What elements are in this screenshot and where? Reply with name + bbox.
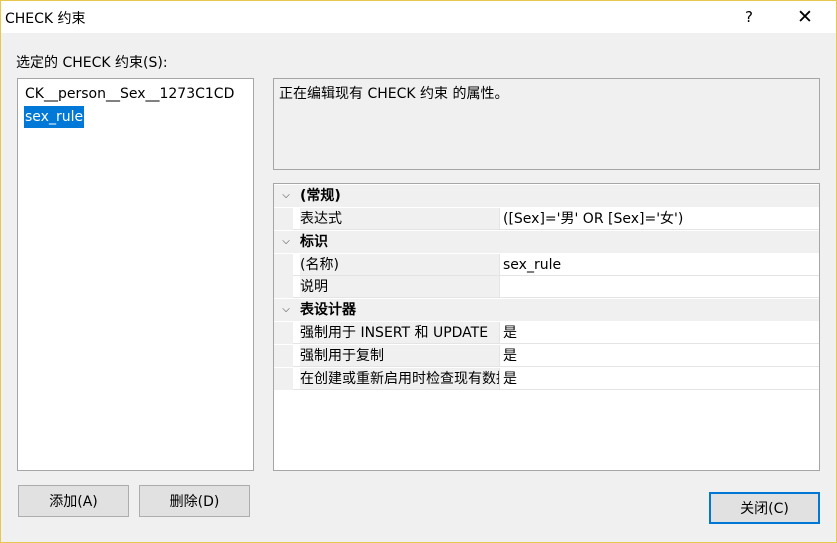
chevron-down-icon[interactable]: ⌵ (280, 189, 292, 203)
category-label: 标识 (300, 234, 328, 250)
add-button[interactable]: 添加(A) (18, 485, 129, 517)
check-constraint-dialog: CHECK 约束 ? ✕ 选定的 CHECK 约束(S): CK__person… (0, 0, 837, 543)
prop-value[interactable]: 是 (503, 345, 517, 367)
delete-button[interactable]: 删除(D) (139, 485, 250, 517)
help-button[interactable]: ? (726, 1, 772, 33)
category-label: 表设计器 (300, 302, 356, 318)
prop-row-expression[interactable]: 表达式 ([Sex]='男' OR [Sex]='女') (274, 208, 819, 230)
prop-value[interactable]: 是 (503, 322, 517, 344)
prop-name: 说明 (300, 276, 499, 298)
prop-name: (名称) (300, 254, 499, 276)
prop-value[interactable]: ([Sex]='男' OR [Sex]='女') (503, 208, 683, 230)
category-label: (常规) (300, 188, 341, 204)
chevron-down-icon[interactable]: ⌵ (280, 303, 292, 317)
prop-row-name[interactable]: (名称) sex_rule (274, 254, 819, 276)
category-table-designer[interactable]: ⌵ 表设计器 (274, 299, 819, 321)
close-button[interactable]: 关闭(C) (709, 492, 820, 524)
prop-name: 强制用于 INSERT 和 UPDATE (300, 322, 499, 344)
constraint-list-label: 选定的 CHECK 约束(S): (16, 55, 168, 71)
constraint-list[interactable]: CK__person__Sex__1273C1CD sex_rule (17, 78, 254, 471)
prop-row-description[interactable]: 说明 (274, 276, 819, 298)
chevron-down-icon[interactable]: ⌵ (280, 235, 292, 249)
list-item-sex-rule[interactable]: sex_rule (24, 106, 85, 128)
category-general[interactable]: ⌵ (常规) (274, 185, 819, 207)
list-item-ck-person-sex[interactable]: CK__person__Sex__1273C1CD (24, 83, 235, 105)
prop-name: 在创建或重新启用时检查现有数据 (300, 368, 499, 390)
prop-name: 强制用于复制 (300, 345, 499, 367)
window-title: CHECK 约束 (5, 11, 86, 27)
prop-name: 表达式 (300, 208, 499, 230)
description-text: 正在编辑现有 CHECK 约束 的属性。 (279, 86, 509, 102)
prop-row-enforce-replication[interactable]: 强制用于复制 是 (274, 345, 819, 367)
description-panel: 正在编辑现有 CHECK 约束 的属性。 (273, 78, 820, 170)
prop-value[interactable]: sex_rule (503, 254, 561, 276)
property-grid: ⌵ (常规) 表达式 ([Sex]='男' OR [Sex]='女') ⌵ 标识… (273, 183, 820, 471)
close-icon[interactable]: ✕ (782, 1, 828, 33)
prop-row-check-existing-data[interactable]: 在创建或重新启用时检查现有数据 是 (274, 368, 819, 390)
category-identity[interactable]: ⌵ 标识 (274, 231, 819, 253)
prop-value[interactable]: 是 (503, 368, 517, 390)
prop-row-enforce-insert-update[interactable]: 强制用于 INSERT 和 UPDATE 是 (274, 322, 819, 344)
title-bar: CHECK 约束 ? ✕ (1, 1, 836, 33)
